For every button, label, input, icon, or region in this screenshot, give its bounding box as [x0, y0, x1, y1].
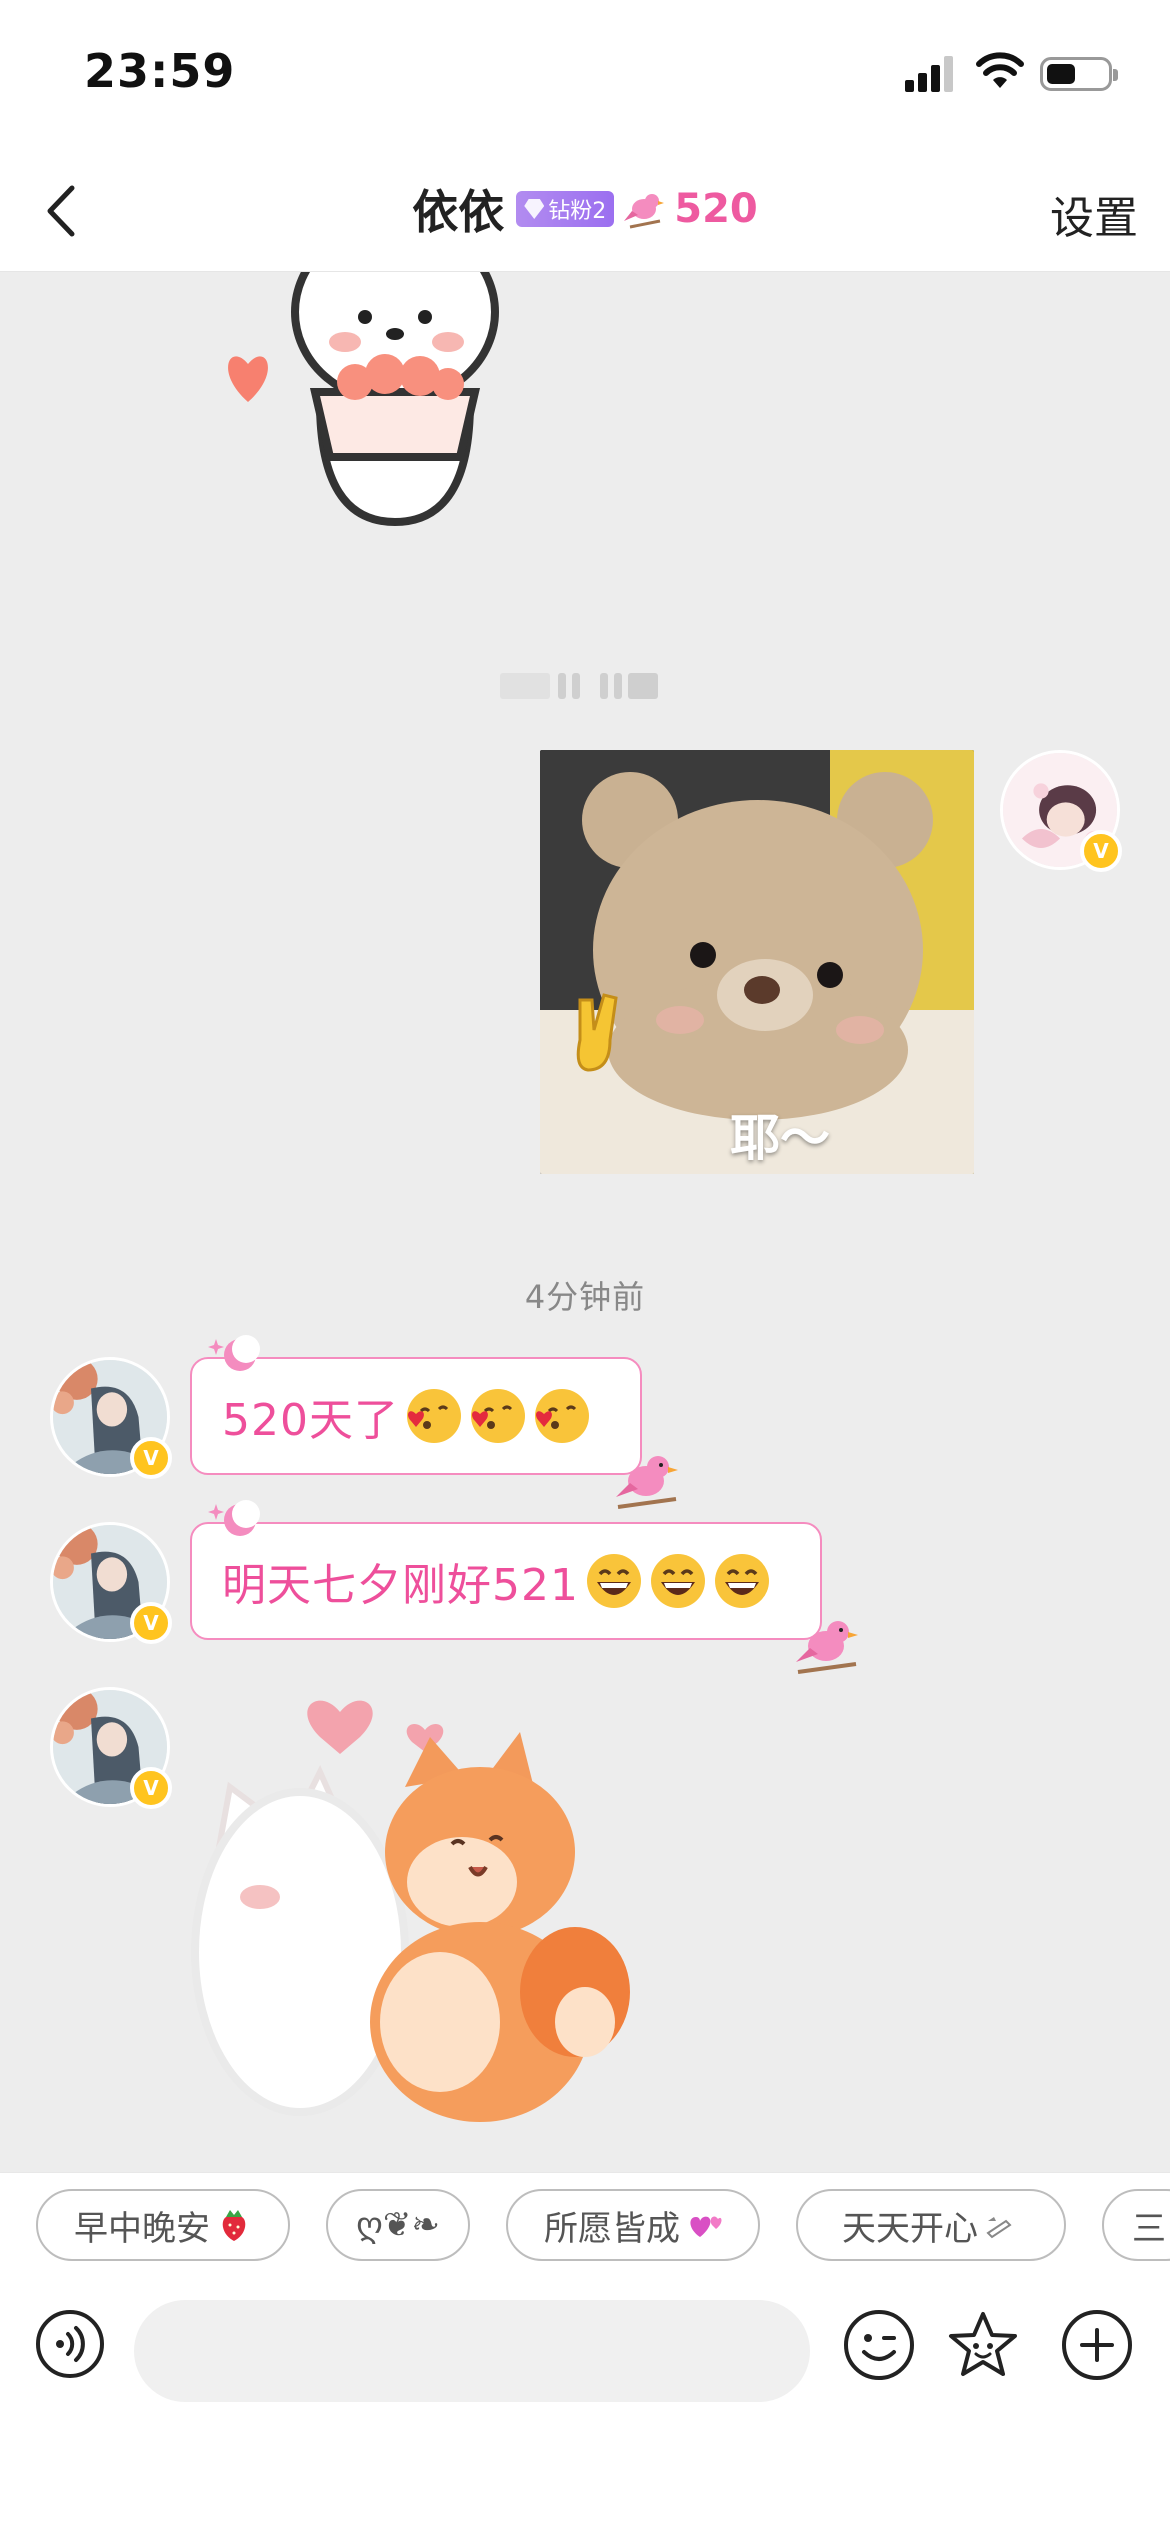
contact-avatar[interactable]: V	[50, 1522, 172, 1644]
kissing-face-icon	[470, 1389, 525, 1443]
message-text: 520天了	[222, 1395, 399, 1446]
verified-badge-icon: V	[130, 1767, 172, 1809]
grinning-face-icon	[586, 1554, 641, 1608]
grinning-face-icon	[650, 1554, 705, 1608]
message-bubble[interactable]: 明天七夕刚好521	[190, 1500, 858, 1674]
hugging-cat-and-shiba-sticker[interactable]	[190, 1692, 640, 2132]
quick-reply-label: 三	[1132, 2208, 1166, 2249]
status-bar: 23:59	[0, 0, 1170, 150]
message-text: 明天七夕刚好521	[222, 1560, 579, 1611]
quick-reply-chip[interactable]: 天天开心	[796, 2189, 1066, 2261]
kissing-face-icon	[406, 1389, 461, 1443]
recalled-message-hint	[500, 667, 660, 705]
hearts-icon	[690, 2216, 722, 2237]
chat-message-list[interactable]: V 耶～ 4分钟前 V 520天了 V 明天七夕刚好521 V	[0, 272, 1170, 2172]
quick-reply-label: 天天开心	[842, 2208, 978, 2249]
quick-reply-label: 早中晚安	[74, 2208, 210, 2249]
wifi-icon	[976, 52, 1024, 88]
pink-bird-icon	[624, 194, 665, 229]
pink-bird-icon	[796, 1621, 858, 1674]
verified-badge-icon: V	[130, 1437, 172, 1479]
add-more-icon[interactable]	[1060, 2308, 1134, 2382]
quick-reply-chip[interactable]: 早中晚安	[36, 2189, 290, 2261]
voice-input-icon[interactable]	[34, 2308, 106, 2380]
fan-level-badge: 钻粉2	[516, 191, 615, 227]
fan-level-label: 钻粉2	[548, 199, 607, 224]
battery-icon	[1040, 57, 1118, 91]
verified-badge-icon: V	[1080, 830, 1122, 872]
pink-bird-icon	[616, 1456, 678, 1509]
photo-caption: 耶～	[730, 1109, 830, 1167]
my-avatar[interactable]: V	[1000, 750, 1122, 872]
strawberry-icon	[222, 2210, 246, 2241]
message-timestamp: 4分钟前	[524, 1278, 646, 1316]
settings-button[interactable]: 设置	[1050, 182, 1138, 246]
message-input-bar	[0, 2278, 1170, 2532]
cellular-signal-icon	[905, 56, 955, 92]
pen-icon	[986, 2217, 1012, 2239]
verified-badge-icon: V	[130, 1602, 172, 1644]
quick-reply-chip[interactable]: ღ❦❧	[326, 2189, 470, 2261]
chat-title[interactable]: 依依 钻粉2 520	[0, 176, 1170, 242]
intimacy-value: 520	[674, 186, 758, 232]
quick-reply-bar: 早中晚安 ღ❦❧ 所愿皆成 天天开心 三	[0, 2172, 1170, 2278]
message-bubble[interactable]: 520天了	[190, 1335, 678, 1509]
contact-name: 依依	[412, 185, 505, 239]
emoji-icon[interactable]	[842, 2308, 916, 2382]
teddy-bear-photo[interactable]: 耶～	[540, 750, 974, 1174]
contact-avatar[interactable]: V	[50, 1357, 172, 1479]
sticker-star-icon[interactable]	[946, 2308, 1020, 2382]
kissing-face-icon	[534, 1389, 589, 1443]
quick-reply-chip[interactable]: 三	[1102, 2189, 1170, 2261]
grinning-face-icon	[714, 1554, 769, 1608]
contact-avatar[interactable]: V	[50, 1687, 172, 1809]
bear-eating-sticker[interactable]	[220, 272, 590, 542]
quick-reply-label: ღ❦❧	[356, 2205, 440, 2245]
status-time: 23:59	[84, 44, 236, 98]
diamond-icon	[524, 199, 545, 219]
quick-reply-label: 所愿皆成	[544, 2208, 680, 2249]
quick-reply-chip[interactable]: 所愿皆成	[506, 2189, 760, 2261]
crescent-moon-icon	[208, 1335, 260, 1371]
crescent-moon-icon	[208, 1500, 260, 1536]
message-input[interactable]	[134, 2300, 810, 2402]
chat-header: 依依 钻粉2 520 设置	[0, 150, 1170, 272]
